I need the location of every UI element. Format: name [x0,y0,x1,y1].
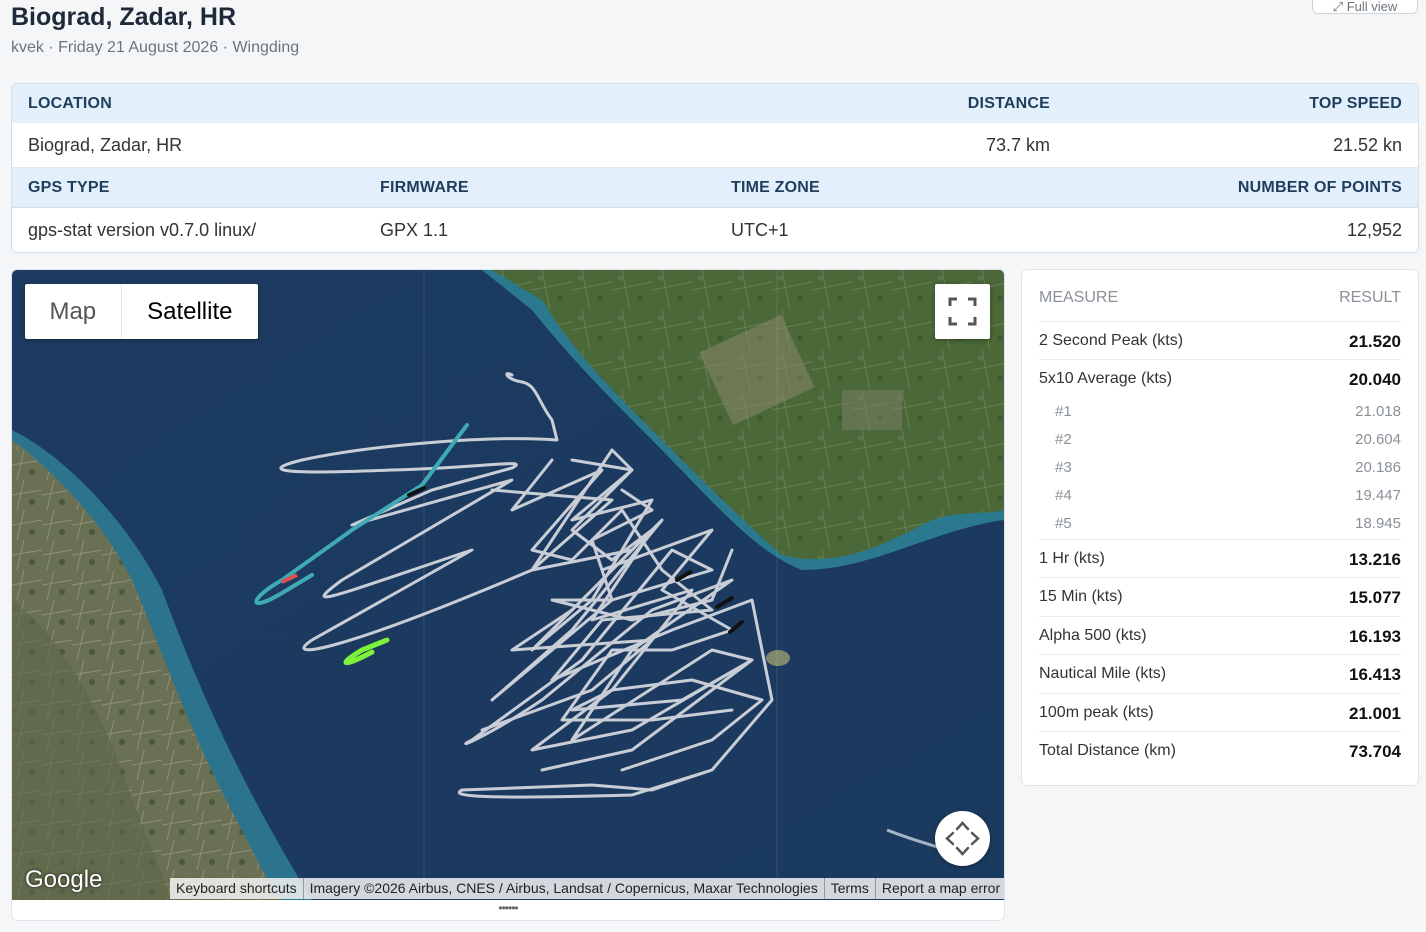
sub-label: #1 [1055,403,1072,420]
map-type-control: Map Satellite [25,284,258,339]
firmware-header: FIRMWARE [380,179,469,196]
fullscreen-button[interactable] [935,284,990,339]
imagery-credit: Imagery ©2026 Airbus, CNES / Airbus, Lan… [304,878,825,899]
time-zone-value: UTC+1 [731,220,789,240]
measure-label: Nautical Mile (kts) [1039,665,1167,682]
measure-label: Total Distance (km) [1039,742,1176,759]
measure-result: 13.216 [1349,550,1401,569]
info-header-row-2: GPS TYPE FIRMWARE TIME ZONE NUMBER OF PO… [12,168,1418,208]
location-header: LOCATION [28,95,112,112]
measures-table: MEASURE RESULT 2 Second Peak (kts) 21.52… [1021,269,1419,786]
sub-label: #5 [1055,515,1072,532]
sub-result: 18.945 [1355,515,1401,532]
map-imagery[interactable] [12,270,1004,900]
gps-type-header: GPS TYPE [28,179,110,196]
info-value-row-2: gps-stat version v0.7.0 linux/ GPX 1.1 U… [12,208,1418,252]
gps-type-value: gps-stat version v0.7.0 linux/ [28,220,257,240]
measure-row: 15 Min (kts) 15.077 [1039,577,1401,616]
measure-result: 21.520 [1349,332,1401,351]
measure-label: 100m peak (kts) [1039,704,1154,721]
location-value: Biograd, Zadar, HR [28,135,183,155]
measure-label: 5x10 Average (kts) [1039,370,1173,387]
map-attribution-bar: Keyboard shortcuts Imagery ©2026 Airbus,… [170,878,1004,899]
measure-row: Nautical Mile (kts) 16.413 [1039,654,1401,693]
measure-row: 1 Hr (kts) 13.216 [1039,539,1401,578]
measure-row: 2 Second Peak (kts) 21.520 [1039,321,1401,360]
measure-result: 16.413 [1349,665,1401,684]
average-sub-row: #2 20.604 [1039,431,1401,459]
average-sub-row: #1 21.018 [1039,403,1401,431]
session-info-table: LOCATION DISTANCE TOP SPEED Biograd, Zad… [11,83,1419,253]
info-value-row-1: Biograd, Zadar, HR 73.7 km 21.52 kn [12,123,1418,168]
map-type-satellite-button[interactable]: Satellite [122,284,258,339]
top-speed-value: 21.52 kn [1332,135,1402,155]
measure-label: 2 Second Peak (kts) [1039,332,1184,349]
map-type-map-button[interactable]: Map [25,284,122,339]
map-resize-grip[interactable]: •••••• [472,902,544,914]
average-sub-row: #3 20.186 [1039,459,1401,487]
measure-row: Total Distance (km) 73.704 [1039,731,1401,770]
page-title: Biograd, Zadar, HR [11,3,237,31]
measure-label: Alpha 500 (kts) [1039,627,1147,644]
measure-row: 5x10 Average (kts) 20.040 [1039,359,1401,398]
report-map-error-link[interactable]: Report a map error [876,878,1004,899]
keyboard-shortcuts-link[interactable]: Keyboard shortcuts [170,878,304,899]
camera-pan-button[interactable] [935,811,990,866]
firmware-value: GPX 1.1 [380,220,449,240]
measure-result: 16.193 [1349,627,1401,646]
fullscreen-icon [948,297,977,326]
points-header: NUMBER OF POINTS [1237,179,1402,196]
measure-result: 73.704 [1349,742,1401,761]
sub-label: #2 [1055,431,1072,448]
info-header-row-1: LOCATION DISTANCE TOP SPEED [12,84,1418,124]
sub-label: #4 [1055,487,1072,504]
measure-row: Alpha 500 (kts) 16.193 [1039,616,1401,655]
measure-result: 20.040 [1349,370,1401,389]
distance-header: DISTANCE [967,95,1050,112]
time-zone-header: TIME ZONE [731,179,820,196]
sub-result: 19.447 [1355,487,1401,504]
page-subtitle: kvek · Friday 21 August 2026 · Wingding [11,39,300,56]
sub-result: 20.604 [1355,431,1401,448]
google-logo: Google [25,866,103,893]
points-value: 12,952 [1346,220,1402,240]
full-view-button[interactable]: ⤢ Full view [1312,0,1418,14]
map-card: Map Satellite Google Keyboard shortcuts [11,269,1005,921]
terms-link[interactable]: Terms [825,878,876,899]
measure-label: 15 Min (kts) [1039,588,1123,605]
measure-result: 21.001 [1349,704,1401,723]
measure-row: 100m peak (kts) 21.001 [1039,693,1401,732]
measures-header: MEASURE RESULT [1039,289,1401,309]
satellite-map[interactable]: Map Satellite Google Keyboard shortcuts [12,270,1004,900]
result-header: RESULT [1339,289,1401,306]
measure-header: MEASURE [1039,289,1119,306]
measure-result: 15.077 [1349,588,1401,607]
distance-value: 73.7 km [985,135,1050,155]
measure-label: 1 Hr (kts) [1039,550,1105,567]
sub-result: 21.018 [1355,403,1401,420]
average-sub-row: #4 19.447 [1039,487,1401,515]
pan-control-icon [945,821,980,856]
sub-label: #3 [1055,459,1072,476]
top-speed-header: TOP SPEED [1309,95,1402,112]
sub-result: 20.186 [1355,459,1401,476]
